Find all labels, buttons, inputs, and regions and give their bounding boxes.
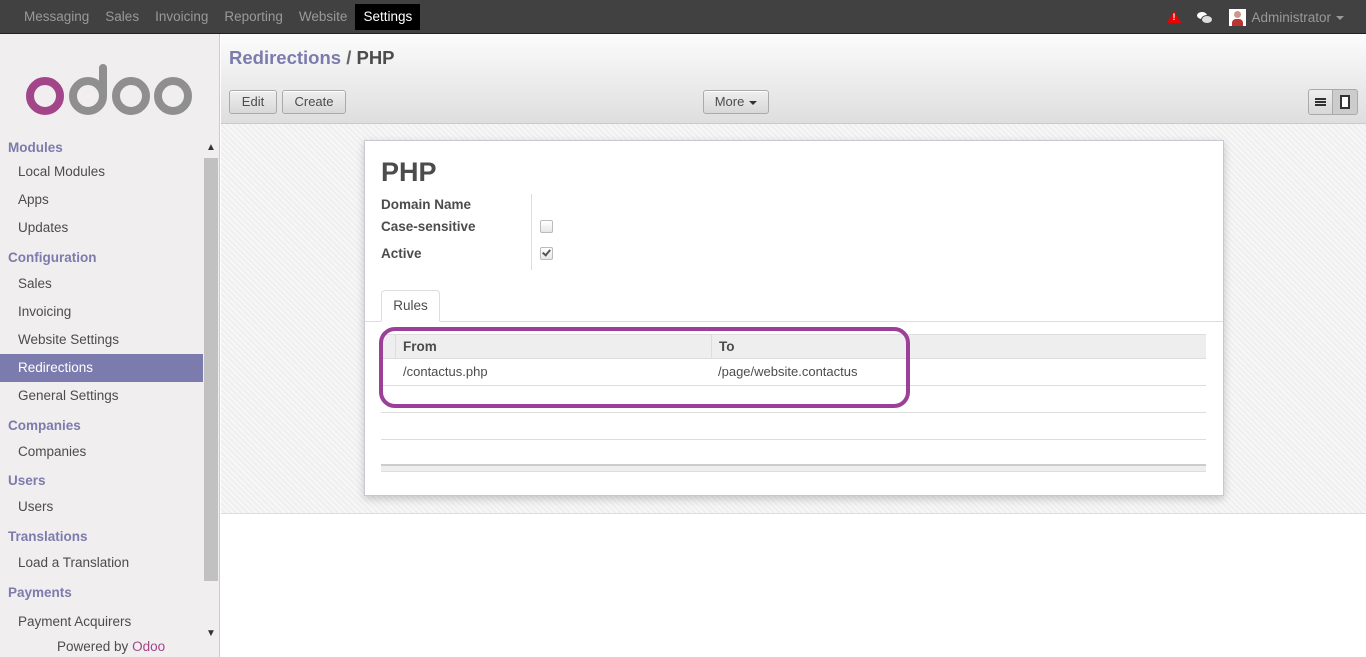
table-row-empty	[381, 413, 1206, 440]
sidebar-item-sales[interactable]: Sales	[0, 270, 203, 298]
section-companies: Companies	[8, 418, 81, 433]
sidebar-item-load-translation[interactable]: Load a Translation	[0, 549, 203, 577]
list-view-button[interactable]	[1308, 89, 1333, 115]
table-footer	[381, 464, 1206, 472]
breadcrumb: Redirections / PHP	[229, 47, 395, 69]
section-users: Users	[8, 473, 46, 488]
breadcrumb-current: PHP	[356, 47, 395, 68]
odoo-logo[interactable]	[25, 64, 195, 116]
chat-icon[interactable]	[1197, 11, 1214, 24]
edit-button[interactable]: Edit	[229, 90, 277, 114]
table-row-empty	[381, 440, 1206, 464]
sidebar-item-general-settings[interactable]: General Settings	[0, 382, 203, 410]
sidebar-scrollbar[interactable]: ▲ ▼	[203, 141, 219, 641]
column-from[interactable]: From	[403, 335, 713, 359]
breadcrumb-redirections[interactable]: Redirections	[229, 47, 341, 68]
top-right-menu: ! Administrator	[1167, 0, 1344, 34]
caret-down-icon	[749, 100, 758, 105]
form-icon	[1340, 95, 1350, 109]
section-configuration: Configuration	[8, 250, 97, 265]
user-name: Administrator	[1251, 9, 1331, 25]
table-row[interactable]: /contactus.php /page/website.contactus	[381, 359, 1206, 386]
menu-invoicing[interactable]: Invoicing	[147, 4, 216, 30]
content-area: PHP Domain Name Case-sensitive Active Ru…	[221, 124, 1366, 514]
sidebar-item-redirections[interactable]: Redirections	[0, 354, 203, 382]
sidebar-item-users[interactable]: Users	[0, 493, 203, 521]
odoo-link[interactable]: Odoo	[132, 639, 165, 654]
control-panel: Redirections / PHP Edit Create More	[221, 34, 1366, 124]
menu-website[interactable]: Website	[291, 4, 356, 30]
cell-from[interactable]: /contactus.php	[403, 359, 488, 385]
sidebar-item-companies[interactable]: Companies	[0, 438, 203, 466]
sidebar: Modules Local Modules Apps Updates Confi…	[0, 34, 220, 657]
menu-sales[interactable]: Sales	[97, 4, 147, 30]
column-to[interactable]: To	[711, 335, 1206, 359]
case-sensitive-label: Case-sensitive	[381, 219, 476, 234]
tab-rules[interactable]: Rules	[381, 290, 440, 322]
record-title: PHP	[381, 157, 437, 187]
user-menu[interactable]: Administrator	[1251, 10, 1344, 25]
sidebar-item-payment-acquirers[interactable]: Payment Acquirers	[0, 605, 203, 629]
top-navbar: Messaging Sales Invoicing Reporting Webs…	[0, 0, 1366, 34]
sidebar-item-invoicing[interactable]: Invoicing	[0, 298, 203, 326]
check-icon	[542, 247, 551, 257]
active-label: Active	[381, 246, 422, 261]
breadcrumb-separator: /	[346, 47, 352, 68]
list-icon	[1315, 98, 1326, 106]
scrollbar-thumb[interactable]	[204, 158, 218, 581]
more-button[interactable]: More	[703, 90, 769, 114]
avatar[interactable]	[1229, 8, 1247, 26]
menu-messaging[interactable]: Messaging	[16, 4, 97, 30]
section-payments: Payments	[8, 585, 72, 600]
sidebar-item-website-settings[interactable]: Website Settings	[0, 326, 203, 354]
alert-icon[interactable]: !	[1167, 11, 1182, 23]
table-header: From To	[381, 334, 1206, 359]
create-button[interactable]: Create	[282, 90, 346, 114]
table-row-empty	[381, 386, 1206, 413]
case-sensitive-checkbox[interactable]	[540, 220, 553, 233]
active-checkbox[interactable]	[540, 247, 553, 260]
row-handle-header	[381, 335, 396, 359]
rules-table: From To /contactus.php /page/website.con…	[381, 334, 1206, 472]
domain-name-label: Domain Name	[381, 197, 472, 212]
field-divider	[531, 194, 532, 270]
tab-bar	[365, 321, 1223, 322]
sidebar-item-updates[interactable]: Updates	[0, 214, 203, 242]
section-modules: Modules	[8, 140, 63, 155]
caret-down-icon	[1336, 15, 1344, 20]
powered-by: Powered by Odoo	[57, 639, 165, 654]
form-sheet: PHP Domain Name Case-sensitive Active Ru…	[364, 140, 1224, 496]
sidebar-menu: Modules Local Modules Apps Updates Confi…	[0, 138, 203, 629]
chevron-down-icon[interactable]: ▼	[203, 627, 219, 641]
sidebar-item-local-modules[interactable]: Local Modules	[0, 158, 203, 186]
chevron-up-icon[interactable]: ▲	[203, 141, 219, 155]
cell-to[interactable]: /page/website.contactus	[718, 359, 857, 385]
view-switcher	[1308, 89, 1358, 115]
sidebar-item-apps[interactable]: Apps	[0, 186, 203, 214]
form-view-button[interactable]	[1333, 89, 1358, 115]
menu-settings[interactable]: Settings	[355, 4, 421, 30]
section-translations: Translations	[8, 529, 88, 544]
menu-reporting[interactable]: Reporting	[216, 4, 291, 30]
top-menu: Messaging Sales Invoicing Reporting Webs…	[16, 0, 421, 34]
powered-prefix: Powered by	[57, 639, 129, 654]
more-label: More	[714, 94, 745, 109]
